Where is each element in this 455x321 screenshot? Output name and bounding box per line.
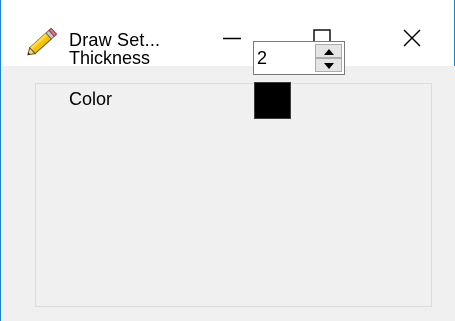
pencil-icon [23, 25, 61, 59]
thickness-spinner[interactable] [253, 41, 345, 75]
spin-down-button[interactable] [315, 58, 342, 72]
settings-group-box [35, 83, 432, 307]
minimize-icon [222, 28, 242, 53]
close-icon [402, 28, 422, 53]
color-swatch-button[interactable] [254, 82, 291, 119]
arrow-down-icon [323, 56, 334, 74]
draw-settings-window: Draw Set... Thickness 2 Color [0, 0, 455, 321]
close-button[interactable] [381, 18, 443, 62]
color-label: Color [69, 89, 113, 109]
spinner-buttons [315, 44, 342, 72]
thickness-label: Thickness [69, 48, 151, 68]
thickness-input[interactable] [254, 42, 312, 74]
